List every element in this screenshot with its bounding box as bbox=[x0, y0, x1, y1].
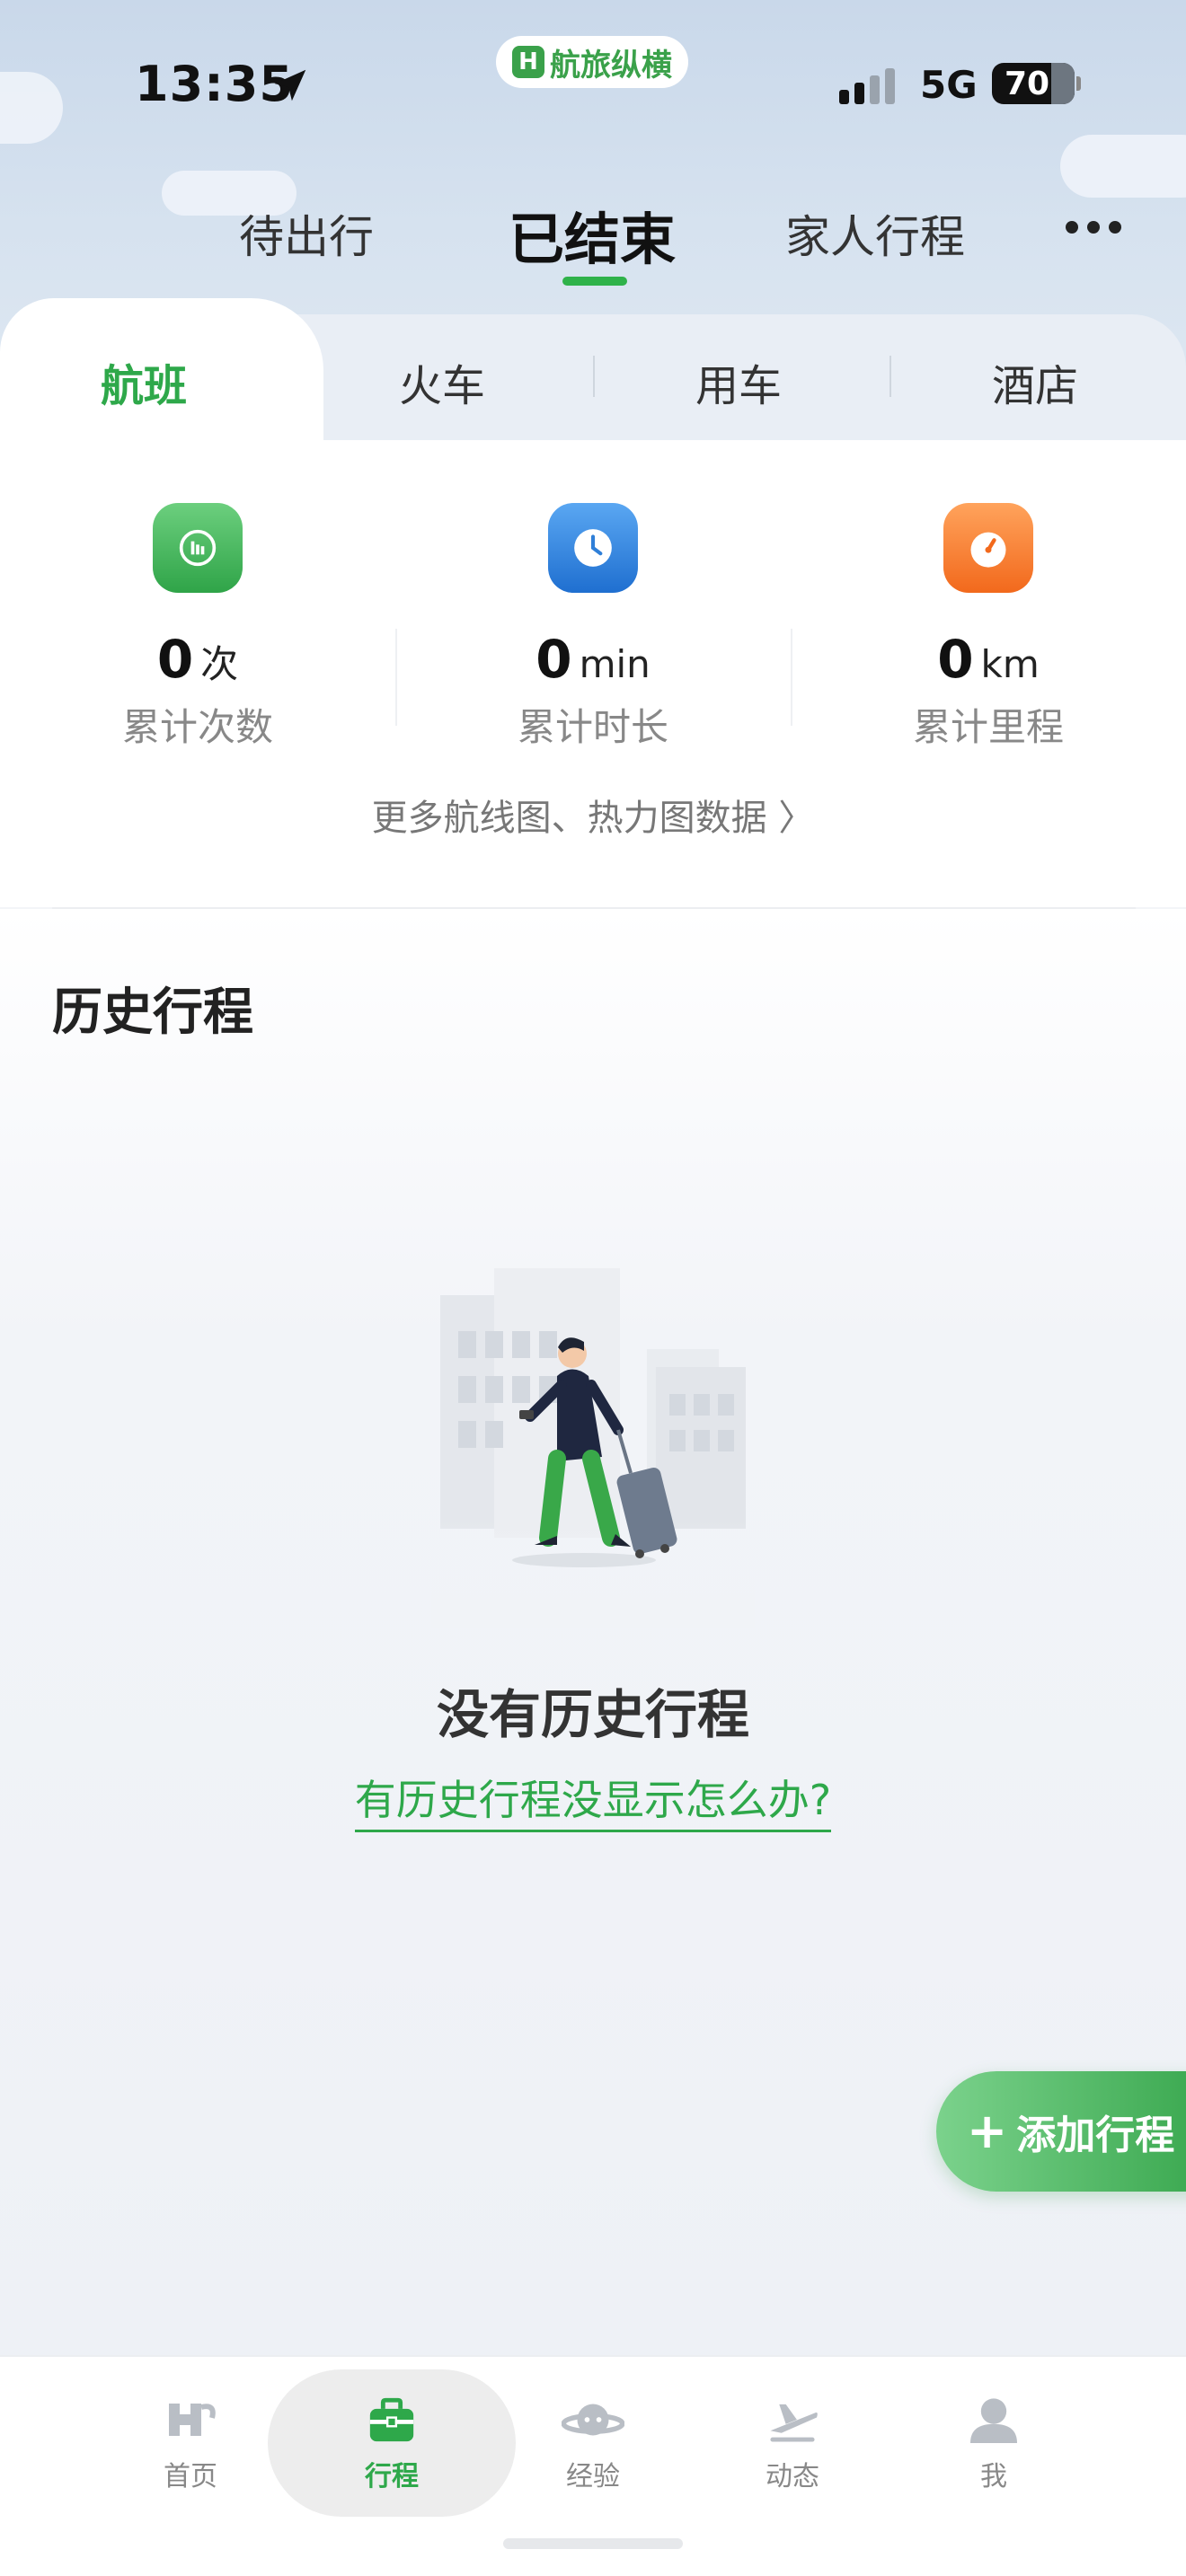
stat-count-label: 累计次数 bbox=[121, 705, 273, 749]
nav-trips-label: 行程 bbox=[365, 2461, 419, 2492]
stat-distance-value: 0 bbox=[937, 629, 974, 690]
stat-count-value: 0 bbox=[156, 629, 194, 690]
help-link-text[interactable]: 有历史行程没显示怎么办? bbox=[354, 1776, 832, 1832]
chart-icon bbox=[153, 503, 243, 593]
stats-card: 0次 累计次数 0 min 累计时长 0 km 累计里程 更多航线图、热力图数据 〉 bbox=[0, 440, 1186, 909]
history-title: 历史行程 bbox=[52, 984, 253, 1042]
briefcase-icon bbox=[360, 2393, 423, 2447]
more-data-link[interactable]: 更多航线图、热力图数据 〉 bbox=[0, 789, 1186, 841]
stat-count: 0次 累计次数 bbox=[63, 503, 332, 752]
network-type: 5G bbox=[920, 63, 978, 107]
more-icon[interactable] bbox=[1066, 221, 1121, 234]
battery-icon: 70 bbox=[992, 63, 1081, 104]
nav-dynamics[interactable]: 动态 bbox=[721, 2393, 864, 2493]
stat-distance: 0 km 累计里程 bbox=[854, 503, 1123, 752]
home-indicator bbox=[503, 2538, 683, 2549]
speedometer-icon bbox=[943, 503, 1033, 593]
user-icon bbox=[962, 2393, 1025, 2447]
plane-takeoff-icon bbox=[761, 2393, 824, 2447]
stat-duration-unit: min bbox=[579, 642, 651, 686]
battery-level: 70 bbox=[1005, 65, 1050, 102]
stat-duration-value: 0 bbox=[535, 629, 572, 690]
stat-duration: 0 min 累计时长 bbox=[458, 503, 728, 752]
tab-active-indicator bbox=[562, 277, 627, 286]
signal-strength-icon bbox=[839, 68, 895, 104]
app-logo-icon: H bbox=[512, 46, 544, 78]
tab-family-trips[interactable]: 家人行程 bbox=[785, 201, 965, 266]
stat-distance-label: 累计里程 bbox=[912, 705, 1064, 749]
clock-icon bbox=[548, 503, 638, 593]
nav-me-label: 我 bbox=[980, 2461, 1007, 2492]
location-arrow-icon bbox=[274, 69, 306, 101]
stat-count-unit: 次 bbox=[200, 642, 239, 686]
stat-duration-label: 累计时长 bbox=[517, 705, 668, 749]
category-tabs: 航班 火车 用车 酒店 bbox=[0, 298, 1186, 442]
cloud-decoration bbox=[1060, 135, 1186, 198]
planet-icon bbox=[562, 2393, 624, 2447]
tab-hotel[interactable]: 酒店 bbox=[992, 350, 1078, 413]
add-trip-button[interactable]: + 添加行程 bbox=[936, 2071, 1186, 2192]
nav-trips[interactable]: 行程 bbox=[320, 2393, 464, 2493]
tab-car[interactable]: 用车 bbox=[695, 350, 782, 413]
plus-icon: + bbox=[967, 2103, 1008, 2159]
traveler-illustration bbox=[431, 1268, 755, 1628]
app-badge[interactable]: H 航旅纵横 bbox=[496, 36, 688, 88]
nav-experience[interactable]: 经验 bbox=[521, 2393, 665, 2493]
add-trip-label: 添加行程 bbox=[1016, 2113, 1175, 2158]
nav-me[interactable]: 我 bbox=[922, 2393, 1066, 2493]
nav-home[interactable]: 首页 bbox=[119, 2393, 262, 2493]
tab-upcoming[interactable]: 待出行 bbox=[239, 201, 374, 266]
app-name: 航旅纵横 bbox=[550, 47, 672, 84]
empty-state-text: 没有历史行程 bbox=[436, 1684, 749, 1745]
stat-distance-unit: km bbox=[980, 642, 1040, 686]
help-link[interactable]: 有历史行程没显示怎么办? bbox=[0, 1768, 1186, 1832]
tab-flight[interactable]: 航班 bbox=[101, 350, 187, 413]
tab-finished[interactable]: 已结束 bbox=[509, 194, 676, 275]
nav-dynamics-label: 动态 bbox=[766, 2461, 819, 2492]
home-logo-icon bbox=[159, 2393, 222, 2447]
tab-train[interactable]: 火车 bbox=[399, 350, 485, 413]
nav-experience-label: 经验 bbox=[566, 2461, 620, 2492]
cloud-decoration bbox=[0, 72, 63, 144]
nav-home-label: 首页 bbox=[164, 2461, 217, 2492]
